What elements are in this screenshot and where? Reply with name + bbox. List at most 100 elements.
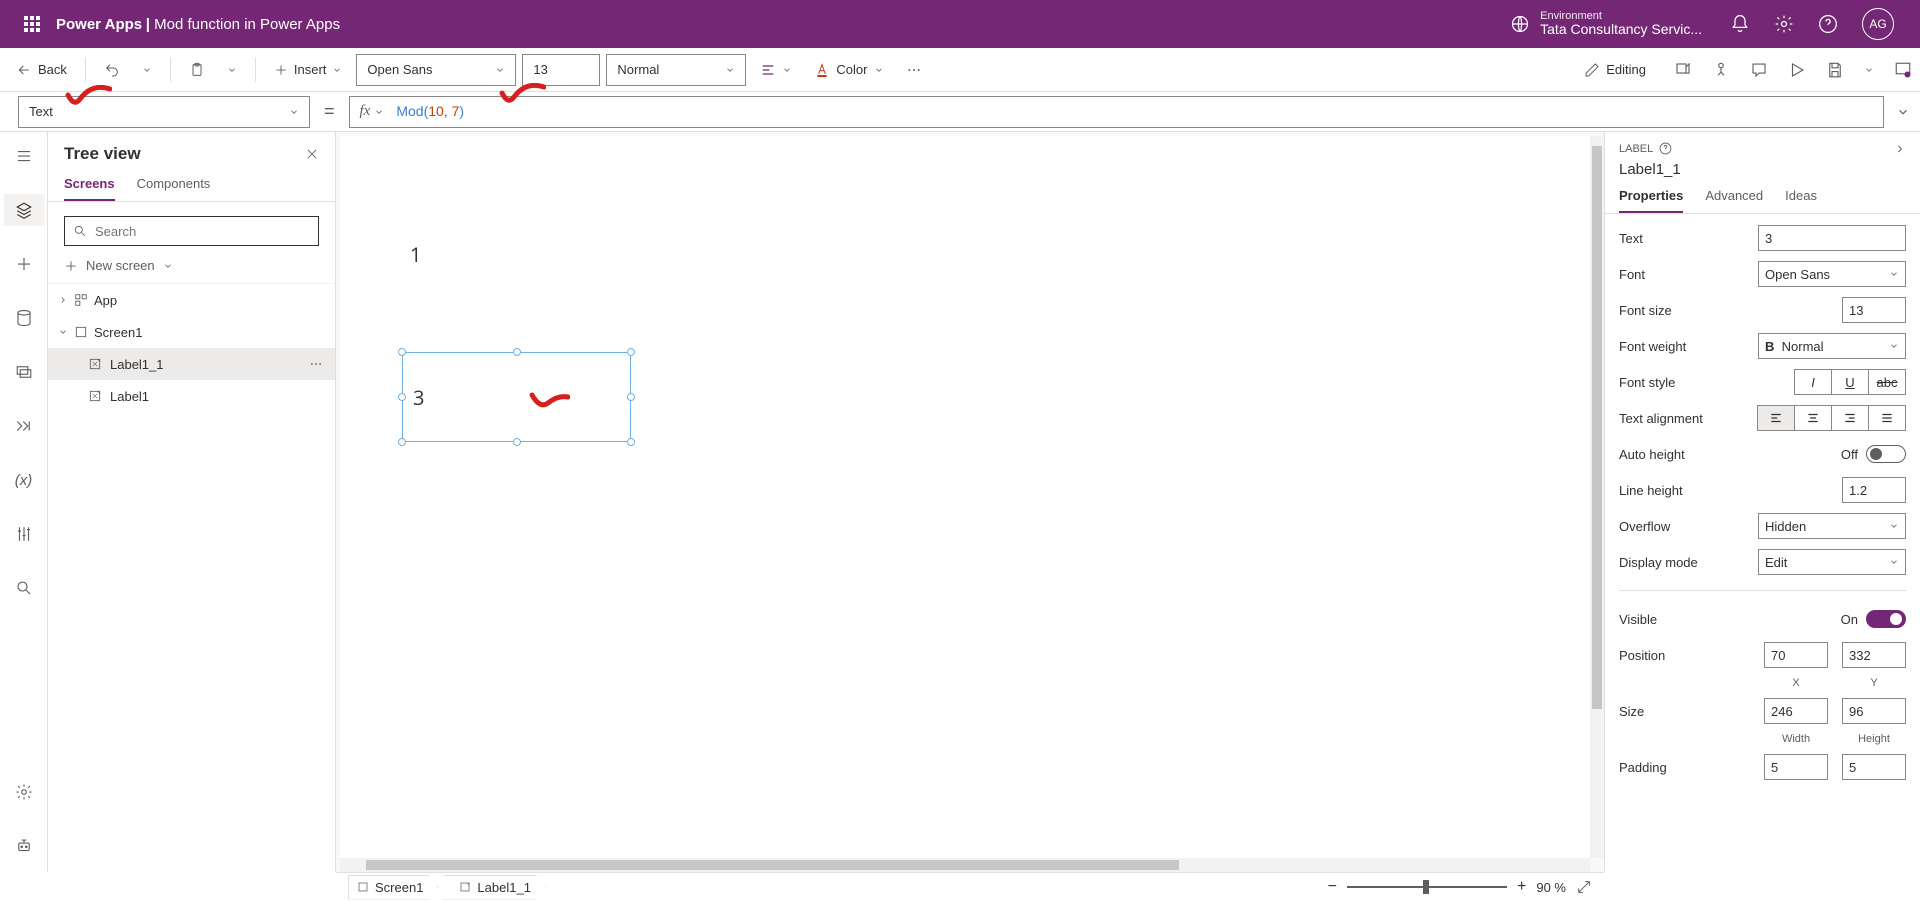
close-icon[interactable] <box>305 147 319 161</box>
tree-item-app[interactable]: App <box>48 284 335 316</box>
font-weight-select[interactable]: Normal <box>606 54 746 86</box>
more-button[interactable] <box>898 58 930 82</box>
prop-padding-bottom-input[interactable]: 5 <box>1842 754 1906 780</box>
breadcrumb-control[interactable]: Label1_1 <box>442 875 546 900</box>
rail-advanced-tools[interactable] <box>4 518 44 550</box>
avatar[interactable]: AG <box>1862 8 1894 40</box>
tab-ideas[interactable]: Ideas <box>1785 188 1817 213</box>
save-icon[interactable] <box>1826 61 1844 79</box>
align-left-button[interactable] <box>1757 405 1795 431</box>
tree-item-label1[interactable]: Label1 <box>48 380 335 412</box>
resize-handle[interactable] <box>513 438 521 446</box>
vertical-scrollbar[interactable] <box>1590 136 1604 858</box>
gear-icon[interactable] <box>1774 14 1794 34</box>
new-screen-button[interactable]: New screen <box>48 252 335 284</box>
tab-advanced[interactable]: Advanced <box>1705 188 1763 213</box>
align-right-button[interactable] <box>1831 405 1869 431</box>
italic-button[interactable]: I <box>1794 369 1832 395</box>
breadcrumb-control-label: Label1_1 <box>477 880 531 895</box>
rail-search[interactable] <box>4 572 44 604</box>
play-icon[interactable] <box>1788 61 1806 79</box>
prop-text-input[interactable]: 3 <box>1758 225 1906 251</box>
prop-fontsize-input[interactable]: 13 <box>1842 297 1906 323</box>
prop-height-input[interactable]: 96 <box>1842 698 1906 724</box>
share-icon[interactable] <box>1674 61 1692 79</box>
prop-y-input[interactable]: 332 <box>1842 642 1906 668</box>
resize-handle[interactable] <box>627 348 635 356</box>
tab-components[interactable]: Components <box>137 176 211 201</box>
prop-fontweight-select[interactable]: B Normal <box>1758 333 1906 359</box>
resize-handle[interactable] <box>513 348 521 356</box>
prop-font-select[interactable]: Open Sans <box>1758 261 1906 287</box>
rail-tree-view[interactable] <box>4 194 44 226</box>
undo-menu[interactable] <box>134 61 160 79</box>
tree-search-input[interactable] <box>64 216 319 246</box>
paste-menu[interactable] <box>219 61 245 79</box>
tab-properties[interactable]: Properties <box>1619 188 1683 213</box>
property-selector[interactable]: Text <box>18 96 310 128</box>
rail-media[interactable] <box>4 356 44 388</box>
formula-input[interactable]: fx Mod(10, 7) <box>349 96 1884 128</box>
back-button[interactable]: Back <box>8 58 75 82</box>
rail-power-automate[interactable] <box>4 410 44 442</box>
prop-width-input[interactable]: 246 <box>1764 698 1828 724</box>
fit-screen-icon[interactable] <box>1576 879 1592 895</box>
tab-screens[interactable]: Screens <box>64 176 115 201</box>
rail-settings[interactable] <box>4 776 44 808</box>
environment-picker[interactable]: Environment Tata Consultancy Servic... <box>1510 10 1702 37</box>
resize-handle[interactable] <box>627 393 635 401</box>
color-button[interactable]: Color <box>806 58 891 82</box>
prop-x-input[interactable]: 70 <box>1764 642 1828 668</box>
checker-icon[interactable] <box>1712 61 1730 79</box>
rail-insert[interactable] <box>4 248 44 280</box>
breadcrumb-screen[interactable]: Screen1 <box>348 875 438 900</box>
tree-search-field[interactable] <box>93 223 310 240</box>
publish-icon[interactable] <box>1894 61 1912 79</box>
help-icon[interactable] <box>1818 14 1838 34</box>
underline-button[interactable]: U <box>1831 369 1869 395</box>
prop-displaymode-select[interactable]: Edit <box>1758 549 1906 575</box>
undo-button[interactable] <box>96 58 128 82</box>
prop-overflow-select[interactable]: Hidden <box>1758 513 1906 539</box>
editing-mode[interactable]: Editing <box>1576 58 1654 82</box>
prop-padding-top-input[interactable]: 5 <box>1764 754 1828 780</box>
align-justify-button[interactable] <box>1868 405 1906 431</box>
tree-item-label1-1[interactable]: Label1_1 <box>48 348 335 380</box>
tree-item-screen1[interactable]: Screen1 <box>48 316 335 348</box>
chevron-right-icon[interactable] <box>1894 143 1906 155</box>
strike-button[interactable]: abc <box>1868 369 1906 395</box>
zoom-slider[interactable] <box>1347 886 1507 888</box>
rail-variables[interactable]: (x) <box>4 464 44 496</box>
bell-icon[interactable] <box>1730 14 1750 34</box>
rail-data[interactable] <box>4 302 44 334</box>
rail-hamburger[interactable] <box>4 140 44 172</box>
control-name[interactable]: Label1_1 <box>1619 161 1906 178</box>
app-launcher[interactable] <box>8 16 56 32</box>
font-size-input[interactable]: 13 <box>522 54 600 86</box>
zoom-out-button[interactable]: − <box>1328 878 1337 896</box>
design-canvas[interactable]: 1 3 <box>340 136 1590 858</box>
resize-handle[interactable] <box>627 438 635 446</box>
font-select[interactable]: Open Sans <box>356 54 516 86</box>
autoheight-toggle[interactable] <box>1866 445 1906 463</box>
align-center-button[interactable] <box>1794 405 1832 431</box>
visible-toggle[interactable] <box>1866 610 1906 628</box>
paste-button[interactable] <box>181 58 213 82</box>
resize-handle[interactable] <box>398 438 406 446</box>
zoom-in-button[interactable]: + <box>1517 878 1526 896</box>
chevron-down-icon[interactable] <box>1864 65 1874 75</box>
canvas-label1[interactable]: 1 <box>410 241 421 268</box>
resize-handle[interactable] <box>398 393 406 401</box>
expand-formula-icon[interactable] <box>1896 105 1910 119</box>
comment-icon[interactable] <box>1750 61 1768 79</box>
insert-button[interactable]: Insert <box>266 58 351 81</box>
horizontal-scrollbar[interactable] <box>340 858 1590 872</box>
prop-lineheight-input[interactable]: 1.2 <box>1842 477 1906 503</box>
resize-handle[interactable] <box>398 348 406 356</box>
canvas-label1-1-selection[interactable]: 3 <box>402 352 631 442</box>
rail-virtual-agent[interactable] <box>4 830 44 862</box>
chevron-down-icon <box>1889 521 1899 531</box>
ellipsis-icon[interactable] <box>309 357 323 371</box>
align-button[interactable] <box>752 58 800 82</box>
info-icon[interactable] <box>1659 142 1672 155</box>
